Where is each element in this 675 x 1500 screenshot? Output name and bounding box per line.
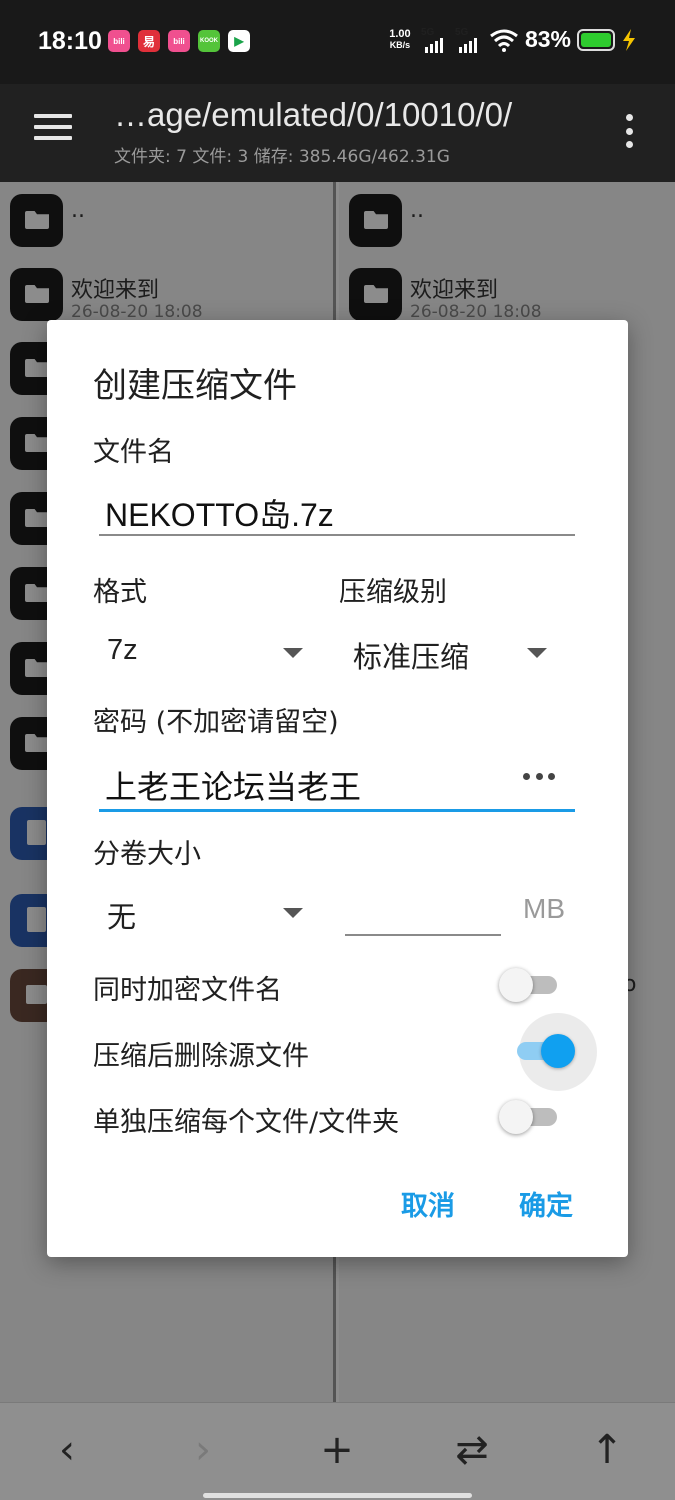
split-size-value: 无 bbox=[107, 902, 137, 934]
network-speed: 1.00 KB/s bbox=[385, 27, 415, 51]
play-store-icon: ▶ bbox=[228, 30, 250, 52]
ok-button[interactable]: 确定 bbox=[519, 1184, 573, 1223]
filename-value: NEKOTTO岛.7z bbox=[105, 497, 334, 533]
option-label: 压缩后删除源文件 bbox=[93, 1041, 309, 1072]
network-speed-value: 1.00 bbox=[389, 27, 411, 40]
signal-5g-icon: 5G bbox=[421, 27, 449, 53]
more-options-icon[interactable] bbox=[624, 114, 634, 148]
battery-percent: 83% bbox=[524, 26, 571, 52]
add-icon[interactable]: + bbox=[312, 1425, 362, 1475]
signal-5g-icon-2: 5G bbox=[455, 27, 483, 53]
split-size-label: 分卷大小 bbox=[93, 839, 201, 870]
bottom-toolbar: ‹ › + ⇄ ↑ bbox=[0, 1402, 675, 1500]
cancel-button[interactable]: 取消 bbox=[401, 1184, 455, 1223]
battery-icon bbox=[577, 28, 615, 51]
filename-field[interactable]: NEKOTTO岛.7z bbox=[99, 488, 575, 536]
compression-level-value: 标准压缩 bbox=[353, 642, 470, 674]
encrypt-filenames-toggle[interactable] bbox=[499, 964, 563, 1004]
signal-label: 5G bbox=[420, 26, 435, 38]
split-size-unit: MB bbox=[523, 893, 565, 924]
netease-icon: 易 bbox=[138, 30, 160, 52]
password-value: 上老王论坛当老王 bbox=[105, 769, 362, 805]
filename-label: 文件名 bbox=[93, 437, 174, 468]
chevron-down-icon bbox=[283, 648, 303, 658]
network-speed-unit: KB/s bbox=[389, 39, 411, 50]
swap-panes-icon[interactable]: ⇄ bbox=[447, 1425, 497, 1475]
compression-level-dropdown[interactable]: 标准压缩 bbox=[339, 626, 569, 680]
wifi-icon bbox=[490, 29, 518, 52]
create-archive-dialog: 创建压缩文件 文件名 NEKOTTO岛.7z 格式 压缩级别 7z 标准压缩 密… bbox=[47, 320, 628, 1257]
delete-source-toggle[interactable] bbox=[511, 1013, 597, 1091]
menu-icon[interactable] bbox=[34, 114, 72, 144]
chevron-down-icon bbox=[527, 648, 547, 658]
dialog-title: 创建压缩文件 bbox=[93, 366, 297, 406]
forward-icon[interactable]: › bbox=[178, 1425, 228, 1475]
option-label: 同时加密文件名 bbox=[93, 975, 282, 1006]
format-label: 格式 bbox=[93, 577, 147, 608]
home-indicator[interactable] bbox=[203, 1493, 472, 1498]
parent-folder-icon[interactable]: ↑ bbox=[582, 1425, 632, 1475]
chevron-down-icon bbox=[283, 908, 303, 918]
option-label: 单独压缩每个文件/文件夹 bbox=[93, 1107, 400, 1138]
split-size-input[interactable] bbox=[345, 886, 501, 936]
split-size-dropdown[interactable]: 无 bbox=[93, 886, 313, 940]
app-bar: …age/emulated/0/10010/0/ 文件夹: 7 文件: 3 储存… bbox=[0, 84, 675, 182]
format-value: 7z bbox=[107, 634, 138, 666]
kook-icon: KOOK bbox=[198, 30, 220, 52]
status-bar: 18:10 bili 易 bili KOOK ▶ 1.00 KB/s 5G 5G… bbox=[0, 0, 675, 84]
notification-icons: bili 易 bili KOOK ▶ bbox=[108, 30, 250, 52]
back-icon[interactable]: ‹ bbox=[42, 1425, 92, 1475]
charging-icon bbox=[623, 28, 635, 51]
signal-label-2: 5G bbox=[454, 26, 469, 38]
status-time: 18:10 bbox=[38, 27, 102, 55]
bilibili-icon-2: bili bbox=[168, 30, 190, 52]
compress-separately-toggle[interactable] bbox=[499, 1096, 563, 1136]
storage-summary: 文件夹: 7 文件: 3 储存: 385.46G/462.31G bbox=[114, 147, 450, 167]
format-dropdown[interactable]: 7z bbox=[93, 626, 313, 680]
status-indicators: 1.00 KB/s 5G 5G 83% bbox=[385, 26, 637, 53]
password-visibility-icon[interactable] bbox=[523, 773, 555, 783]
bilibili-icon: bili bbox=[108, 30, 130, 52]
password-field[interactable]: 上老王论坛当老王 bbox=[99, 756, 575, 812]
password-label: 密码 (不加密请留空) bbox=[93, 707, 339, 738]
path-title: …age/emulated/0/10010/0/ bbox=[114, 96, 513, 133]
compression-level-label: 压缩级别 bbox=[339, 577, 447, 608]
